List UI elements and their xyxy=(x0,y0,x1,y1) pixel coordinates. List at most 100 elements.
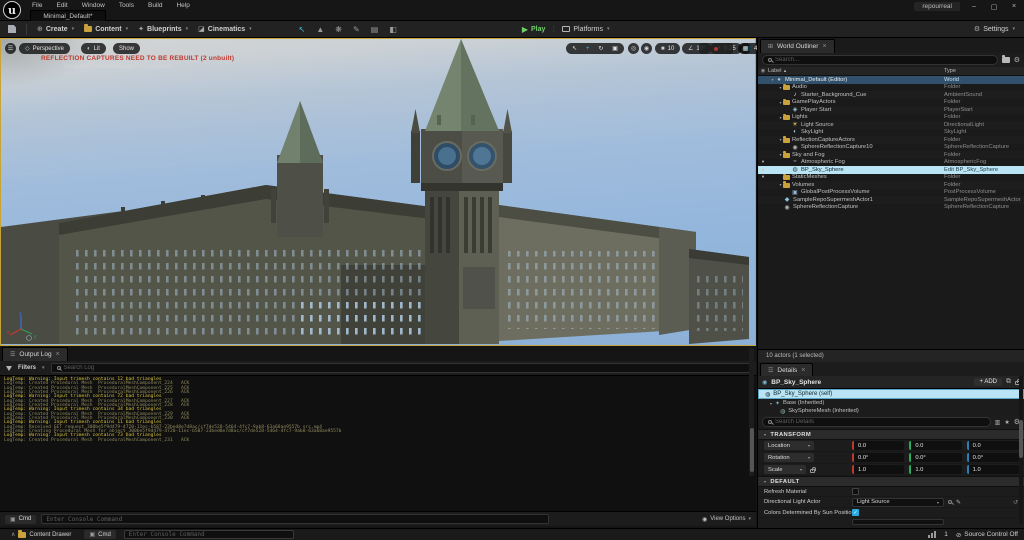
create-button[interactable]: ⊕Create xyxy=(32,23,79,35)
details-tab[interactable]: ☲ Details × xyxy=(760,363,813,376)
location-z-field[interactable]: 0.0 xyxy=(967,441,1019,450)
output-activity-icon[interactable] xyxy=(928,531,936,538)
outliner-row[interactable]: SphereReflectionCapture10 SphereReflecti… xyxy=(758,144,1024,152)
log-scrollbar[interactable] xyxy=(749,348,754,476)
log-search-input[interactable] xyxy=(64,365,744,371)
log-search-box[interactable] xyxy=(51,363,750,373)
close-tab-icon[interactable]: × xyxy=(801,367,805,374)
menu-tools[interactable]: Tools xyxy=(113,1,140,10)
outliner-search-box[interactable] xyxy=(762,55,998,65)
outliner-row[interactable]: GlobalPostProcessVolume PostProcessVolum… xyxy=(758,189,1024,197)
save-button[interactable] xyxy=(3,23,21,35)
component-mesh-row[interactable]: ◍ SkySphereMesh (Inherited) xyxy=(758,407,1024,415)
rotation-x-field[interactable]: 0.0° xyxy=(852,453,904,462)
settings-button[interactable]: ⚙Settings xyxy=(969,23,1020,35)
refresh-material-checkbox[interactable] xyxy=(852,488,859,495)
lit-mode-button[interactable]: ◐ Lit xyxy=(81,43,106,54)
type-column-header[interactable]: Type xyxy=(944,68,1024,74)
menu-help[interactable]: Help xyxy=(170,1,195,10)
play-button[interactable]: ▶ Play xyxy=(517,23,551,36)
unreal-logo-icon[interactable]: u xyxy=(3,1,21,19)
outliner-row[interactable]: Player Start PlayerStart xyxy=(758,106,1024,114)
outliner-row[interactable]: ▾ GamePlayActors Folder xyxy=(758,99,1024,107)
menu-build[interactable]: Build xyxy=(142,1,168,10)
cmd-selector-button[interactable]: ▣ Cmd xyxy=(5,515,36,524)
rotation-y-field[interactable]: 0.0° xyxy=(909,453,961,462)
scale-z-field[interactable]: 1.0 xyxy=(967,465,1019,474)
outliner-settings-icon[interactable]: ⚙ xyxy=(1014,56,1020,64)
open-blueprint-icon[interactable]: ⧉ xyxy=(1006,378,1011,386)
rotate-tool-icon[interactable]: ↻ xyxy=(598,45,603,52)
location-x-field[interactable]: 0.0 xyxy=(852,441,904,450)
clipped-input[interactable] xyxy=(852,519,944,525)
move-tool-icon[interactable]: + xyxy=(586,46,590,52)
outliner-row[interactable]: SkyLight SkyLight xyxy=(758,129,1024,137)
details-search-box[interactable] xyxy=(762,417,991,427)
location-y-field[interactable]: 0.0 xyxy=(909,441,961,450)
rotation-z-field[interactable]: 0.0° xyxy=(967,453,1019,462)
component-self-row[interactable]: ◍ BP_Sky_Sphere (self) xyxy=(758,389,1024,399)
outliner-row[interactable]: SampleRepoSupermeshActor1 SampleRepoSupe… xyxy=(758,196,1024,204)
select-mode-icon[interactable]: ↖ xyxy=(299,25,306,34)
level-viewport[interactable]: ☰ ◇ Perspective ◐ Lit Show REFLECTION CA… xyxy=(0,38,756,346)
landscape-mode-icon[interactable]: ▲ xyxy=(316,25,324,34)
outliner-row[interactable]: ▾ Audio Folder xyxy=(758,84,1024,92)
create-folder-icon[interactable] xyxy=(1002,57,1010,63)
directional-light-dropdown[interactable]: Light Source▾ xyxy=(852,498,944,507)
scale-y-field[interactable]: 1.0 xyxy=(909,465,961,474)
location-dropdown[interactable]: Location▾ xyxy=(764,441,814,450)
source-control-button[interactable]: ⊘ Source Control Off xyxy=(956,531,1018,539)
transform-section-header[interactable]: ▾ TRANSFORM xyxy=(758,429,1024,440)
close-tab-icon[interactable]: × xyxy=(56,351,60,358)
menu-window[interactable]: Window xyxy=(76,1,111,10)
label-column-header[interactable]: Label ▲ xyxy=(768,68,944,74)
outliner-row[interactable]: ▾ Sky and Fog Folder xyxy=(758,151,1024,159)
output-log-tab[interactable]: ☰ Output Log × xyxy=(2,347,68,361)
details-search-input[interactable] xyxy=(775,419,985,425)
level-tab[interactable]: Minimal_Default* xyxy=(30,10,106,21)
reset-to-default-icon[interactable]: ↺ xyxy=(1013,499,1018,506)
filters-button[interactable]: Filters xyxy=(18,365,36,371)
outliner-row[interactable]: SphereReflectionCapture SphereReflection… xyxy=(758,204,1024,212)
outliner-row[interactable]: ▾ Minimal_Default (Editor) World xyxy=(758,76,1024,84)
add-component-button[interactable]: + ADD xyxy=(974,378,1002,386)
stop-preview-pill[interactable] xyxy=(699,43,733,54)
scale-lock-icon[interactable] xyxy=(810,469,815,473)
maximize-viewport-toggle[interactable]: ▦ xyxy=(740,43,751,54)
rotation-dropdown[interactable]: Rotation▾ xyxy=(764,453,814,462)
colors-by-sun-checkbox[interactable]: ✓ xyxy=(852,509,859,516)
scale-x-field[interactable]: 1.0 xyxy=(852,465,904,474)
outliner-row[interactable]: ▾ ReflectionCaptureActors Folder xyxy=(758,136,1024,144)
maximize-button[interactable]: ▢ xyxy=(986,1,1002,12)
console-command-input[interactable] xyxy=(41,514,549,524)
edit-pencil-icon[interactable]: ✎ xyxy=(956,499,961,506)
surface-snap-toggle[interactable]: ◉ xyxy=(641,43,652,54)
display-filter-icon[interactable]: ▥ xyxy=(995,419,1001,426)
world-local-toggle[interactable]: ◎ xyxy=(628,43,639,54)
menu-edit[interactable]: Edit xyxy=(50,1,73,10)
minimize-button[interactable]: – xyxy=(966,1,982,12)
details-scrollbar[interactable] xyxy=(1019,376,1023,524)
fracture-mode-icon[interactable]: ◧ xyxy=(389,25,397,34)
blueprints-button[interactable]: ✦Blueprints xyxy=(133,23,193,35)
row-visibility-toggle[interactable]: ▾ xyxy=(758,159,768,165)
statusbar-console-input[interactable] xyxy=(124,530,294,539)
expand-chevron-icon[interactable]: ▾ xyxy=(770,401,772,406)
outliner-row[interactable]: ▾ Lights Folder xyxy=(758,114,1024,122)
foliage-mode-icon[interactable]: ❋ xyxy=(335,25,342,34)
outliner-row[interactable]: ▾ Atmospheric Fog AtmosphericFog xyxy=(758,159,1024,167)
mesh-paint-mode-icon[interactable]: ▤ xyxy=(371,25,379,34)
outliner-row[interactable]: ◉ BP_Sky_Sphere Edit BP_Sky_Sphere xyxy=(758,166,1024,174)
menu-file[interactable]: File xyxy=(26,1,48,10)
scale-tool-icon[interactable]: ▣ xyxy=(612,45,618,52)
platforms-button[interactable]: Platforms xyxy=(557,24,614,35)
visibility-column-icon[interactable]: ◉ xyxy=(758,68,768,74)
show-flags-button[interactable]: Show xyxy=(113,43,140,54)
brush-edit-mode-icon[interactable]: ✎ xyxy=(353,25,360,34)
scale-dropdown[interactable]: Scale▾ xyxy=(764,465,806,474)
message-count-badge[interactable]: 1 xyxy=(944,531,948,538)
row-visibility-toggle[interactable]: ▾ xyxy=(758,174,768,180)
outliner-row[interactable]: ▾ StaticMeshes Folder xyxy=(758,174,1024,182)
view-options-button[interactable]: ◉ View Options ▾ xyxy=(702,516,751,523)
outliner-row[interactable]: ▾ Volumes Folder xyxy=(758,181,1024,189)
